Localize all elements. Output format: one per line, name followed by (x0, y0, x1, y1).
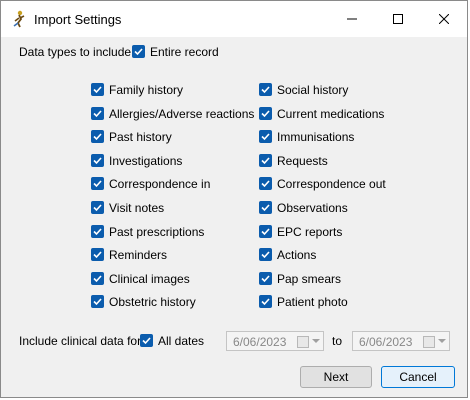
checkbox-label: Family history (109, 83, 184, 97)
checkbox-label: Patient photo (277, 295, 348, 310)
minimize-button[interactable] (329, 1, 375, 37)
checkbox-label: Pap smears (277, 271, 342, 286)
checkbox-label: Investigations (109, 153, 183, 168)
checkbox-checked-icon (91, 248, 104, 262)
checkbox-checked-icon (91, 177, 104, 191)
checkbox-checked-icon (91, 106, 104, 120)
checkbox-checked-icon (259, 106, 272, 120)
checkbox-label: Current medications (277, 106, 385, 121)
from-date-picker[interactable]: 6/06/2023 (226, 331, 324, 351)
checkbox-label: Immunisations (277, 130, 355, 145)
checkbox-label: Allergies/Adverse reactions (109, 106, 255, 121)
title-bar[interactable]: Import Settings (1, 1, 467, 37)
app-icon (11, 10, 27, 28)
checkbox-checked-icon (259, 83, 272, 96)
include-clinical-label: Include clinical data for: (19, 334, 145, 348)
checkbox-label: Correspondence in (109, 177, 211, 192)
calendar-icon (423, 336, 435, 348)
from-date-value: 6/06/2023 (233, 335, 287, 349)
checkbox-label: Reminders (109, 248, 168, 263)
checkbox-label: Requests (277, 153, 328, 168)
window-title: Import Settings (34, 12, 122, 27)
checkbox-checked-icon (91, 224, 104, 238)
maximize-button[interactable] (375, 1, 421, 37)
checkbox-checked-icon (91, 201, 104, 214)
checkbox-checked-icon (259, 248, 272, 262)
checkbox-label: Past history (109, 130, 172, 145)
checkbox-label: EPC reports (277, 224, 343, 239)
checkbox-checked-icon (91, 153, 104, 167)
checkbox-checked-icon (91, 130, 104, 144)
close-icon (439, 14, 449, 24)
checkbox-checked-icon (91, 271, 104, 285)
checkbox-checked-icon (132, 45, 145, 58)
to-date-value: 6/06/2023 (359, 335, 413, 349)
checkbox-label: Obstetric history (109, 295, 196, 310)
dropdown-arrow-icon (438, 339, 446, 343)
dialog-body: Data types to include: Entire record Fam… (1, 37, 467, 397)
checkbox-checked-icon (259, 295, 272, 309)
checkbox-label: Correspondence out (277, 177, 386, 192)
to-date-picker[interactable]: 6/06/2023 (352, 331, 450, 351)
checkbox-checked-icon (91, 295, 104, 309)
checkbox-checked-icon (259, 153, 272, 167)
entire-record-label: Entire record (150, 45, 219, 59)
data-types-label: Data types to include: (19, 45, 135, 59)
checkbox-label: Past prescriptions (109, 224, 205, 239)
maximize-icon (393, 14, 403, 24)
checkbox-checked-icon (140, 334, 153, 347)
next-button[interactable]: Next (300, 366, 372, 388)
checkbox-label: Visit notes (109, 201, 165, 215)
checkbox-checked-icon (259, 224, 272, 238)
to-label: to (332, 334, 343, 348)
minimize-icon (347, 18, 357, 20)
checkbox-checked-icon (91, 83, 104, 96)
import-settings-window: Import Settings Data types to include: E… (0, 0, 468, 398)
all-dates-label: All dates (158, 334, 205, 348)
cancel-button[interactable]: Cancel (381, 366, 455, 388)
checkbox-label: Observations (277, 201, 348, 215)
close-button[interactable] (421, 1, 467, 37)
checkbox-label: Clinical images (109, 271, 190, 286)
checkbox-label: Actions (277, 248, 317, 263)
dropdown-arrow-icon (312, 339, 320, 343)
calendar-icon (297, 336, 309, 348)
checkbox-checked-icon (259, 201, 272, 214)
checkbox-label: Social history (277, 83, 349, 97)
checkbox-checked-icon (259, 271, 272, 285)
checkbox-checked-icon (259, 130, 272, 144)
checkbox-checked-icon (259, 177, 272, 191)
